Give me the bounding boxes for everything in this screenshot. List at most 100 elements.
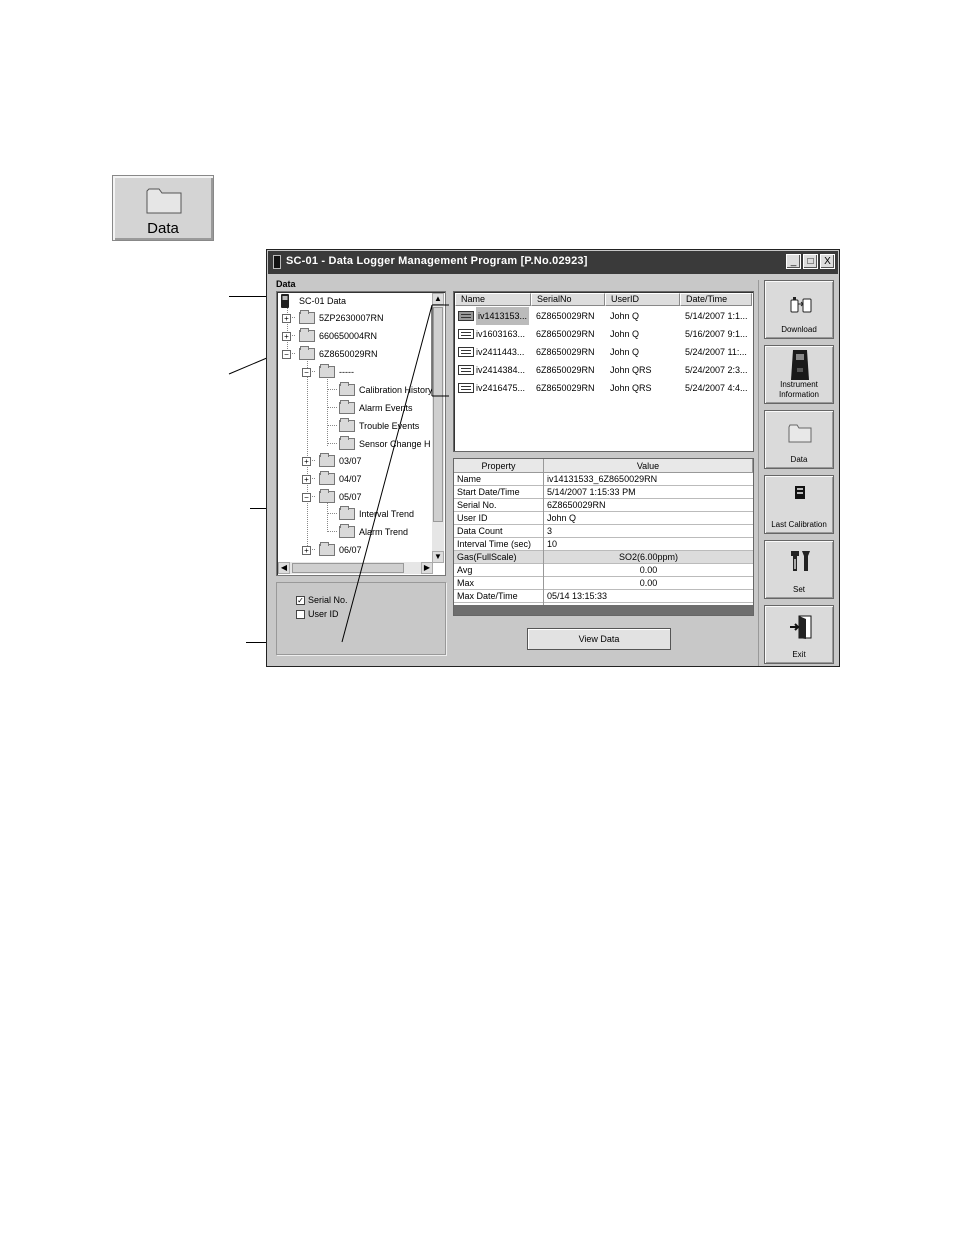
property-key: Avg — [457, 565, 473, 575]
download-label: Download — [781, 325, 817, 334]
file-list: Name SerialNo UserID Date/Time iv1413153… — [453, 291, 754, 452]
property-value: 10 — [547, 539, 558, 549]
close-button[interactable]: X — [820, 254, 835, 269]
property-key: Interval Time (sec) — [457, 539, 532, 549]
property-key: Serial No. — [457, 500, 497, 510]
property-row: Name iv14131533_6Z8650029RN — [454, 473, 753, 486]
file-user: John QRS — [610, 383, 652, 393]
file-row[interactable]: iv2416475... 6Z8650029RN John QRS 5/24/2… — [455, 379, 753, 397]
file-user: John Q — [610, 311, 640, 321]
property-value: iv14131533_6Z8650029RN — [547, 474, 658, 484]
data-launcher-label: Data — [147, 220, 179, 237]
property-header: Property — [454, 459, 544, 473]
data-file-icon — [458, 347, 474, 357]
file-serial: 6Z8650029RN — [536, 365, 595, 375]
folder-icon — [788, 424, 812, 443]
expand-icon[interactable]: + — [282, 332, 291, 341]
panel-label-data: Data — [276, 279, 296, 289]
properties-status-bar — [454, 605, 753, 615]
action-sidebar: Download Instrument Information Data Las… — [758, 280, 838, 666]
download-button[interactable]: Download — [764, 280, 834, 339]
column-header-datetime[interactable]: Date/Time — [680, 293, 752, 306]
properties-grid: Property Value Name iv14131533_6Z8650029R… — [453, 458, 754, 616]
collapse-icon[interactable]: − — [282, 350, 291, 359]
value-header: Value — [544, 459, 753, 473]
window-title: SC-01 - Data Logger Management Program [… — [286, 255, 588, 267]
data-button[interactable]: Data — [764, 410, 834, 469]
file-date: 5/24/2007 4:4... — [685, 383, 748, 393]
file-serial: 6Z8650029RN — [536, 383, 595, 393]
file-date: 5/14/2007 1:1... — [685, 311, 748, 321]
instrument-icon — [281, 294, 289, 308]
property-row: User ID John Q — [454, 512, 753, 525]
column-header-userid[interactable]: UserID — [605, 293, 680, 306]
property-row: Data Count 3 — [454, 525, 753, 538]
property-row: Max 0.00 — [454, 577, 753, 590]
file-user: John Q — [610, 347, 640, 357]
property-key: Gas(FullScale) — [457, 552, 517, 562]
data-file-icon — [458, 365, 474, 375]
data-file-icon — [458, 329, 474, 339]
exit-icon — [790, 615, 812, 639]
property-value: 0.00 — [639, 578, 658, 588]
file-name: iv1603163... — [476, 329, 526, 339]
data-label: Data — [790, 455, 808, 464]
file-name: iv2416475... — [476, 383, 526, 393]
data-file-icon — [458, 311, 474, 321]
file-date: 5/24/2007 2:3... — [685, 365, 748, 375]
set-button[interactable]: Set — [764, 540, 834, 599]
property-value: 3 — [547, 526, 553, 536]
file-user: John Q — [610, 329, 640, 339]
property-value: 0.00 — [639, 565, 658, 575]
exit-button[interactable]: Exit — [764, 605, 834, 664]
file-row[interactable]: iv1413153... 6Z8650029RN John Q 5/14/200… — [455, 307, 753, 325]
last-calibration-label: Last Calibration — [771, 520, 827, 529]
property-key: Name — [457, 474, 482, 484]
data-launcher-button[interactable]: Data — [112, 175, 214, 241]
property-row: Interval Time (sec) 10 — [454, 538, 753, 551]
exit-label: Exit — [792, 650, 806, 659]
file-user: John QRS — [610, 365, 652, 375]
property-row: Avg 0.00 — [454, 564, 753, 577]
view-data-button[interactable]: View Data — [527, 628, 671, 650]
file-serial: 6Z8650029RN — [536, 347, 595, 357]
last-calibration-button[interactable]: Last Calibration — [764, 475, 834, 534]
column-header-name[interactable]: Name — [455, 293, 531, 306]
property-value: 05/14 13:15:33 — [547, 591, 608, 601]
file-date: 5/16/2007 9:1... — [685, 329, 748, 339]
app-icon — [273, 255, 281, 269]
property-row: Gas(FullScale) SO2(6.00ppm) — [454, 551, 753, 564]
property-value: SO2(6.00ppm) — [618, 552, 679, 562]
property-row: Max Date/Time 05/14 13:15:33 — [454, 590, 753, 603]
property-key: User ID — [457, 513, 488, 523]
property-key: Max — [457, 578, 475, 588]
file-name: iv2414384... — [476, 365, 526, 375]
file-row[interactable]: iv2414384... 6Z8650029RN John QRS 5/24/2… — [455, 361, 753, 379]
scroll-left-icon[interactable]: ◀ — [278, 562, 290, 574]
folder-icon — [146, 188, 182, 214]
property-row: Start Date/Time 5/14/2007 1:15:33 PM — [454, 486, 753, 499]
calibration-icon — [795, 486, 805, 499]
property-value: John Q — [547, 513, 577, 523]
instrument-information-button[interactable]: Instrument Information — [764, 345, 834, 404]
property-value: 6Z8650029RN — [547, 500, 606, 510]
file-row[interactable]: iv1603163... 6Z8650029RN John Q 5/16/200… — [455, 325, 753, 343]
instrument-icon — [791, 350, 809, 380]
column-header-serial[interactable]: SerialNo — [531, 293, 605, 306]
title-bar: SC-01 - Data Logger Management Program [… — [268, 251, 838, 274]
expand-icon[interactable]: + — [282, 314, 291, 323]
file-row[interactable]: iv2411443... 6Z8650029RN John Q 5/24/200… — [455, 343, 753, 361]
instrument-information-label: Instrument Information — [778, 380, 820, 399]
download-icon — [790, 297, 812, 313]
file-name: iv2411443... — [476, 347, 525, 357]
file-name: iv1413153... — [476, 307, 530, 325]
set-label: Set — [792, 585, 805, 594]
file-date: 5/24/2007 11:... — [685, 347, 747, 357]
data-file-icon — [458, 383, 474, 393]
property-key: Start Date/Time — [457, 487, 520, 497]
file-serial: 6Z8650029RN — [536, 311, 595, 321]
property-value: 5/14/2007 1:15:33 PM — [547, 487, 636, 497]
file-serial: 6Z8650029RN — [536, 329, 595, 339]
minimize-button[interactable]: _ — [786, 254, 801, 269]
maximize-button[interactable]: □ — [803, 254, 818, 269]
